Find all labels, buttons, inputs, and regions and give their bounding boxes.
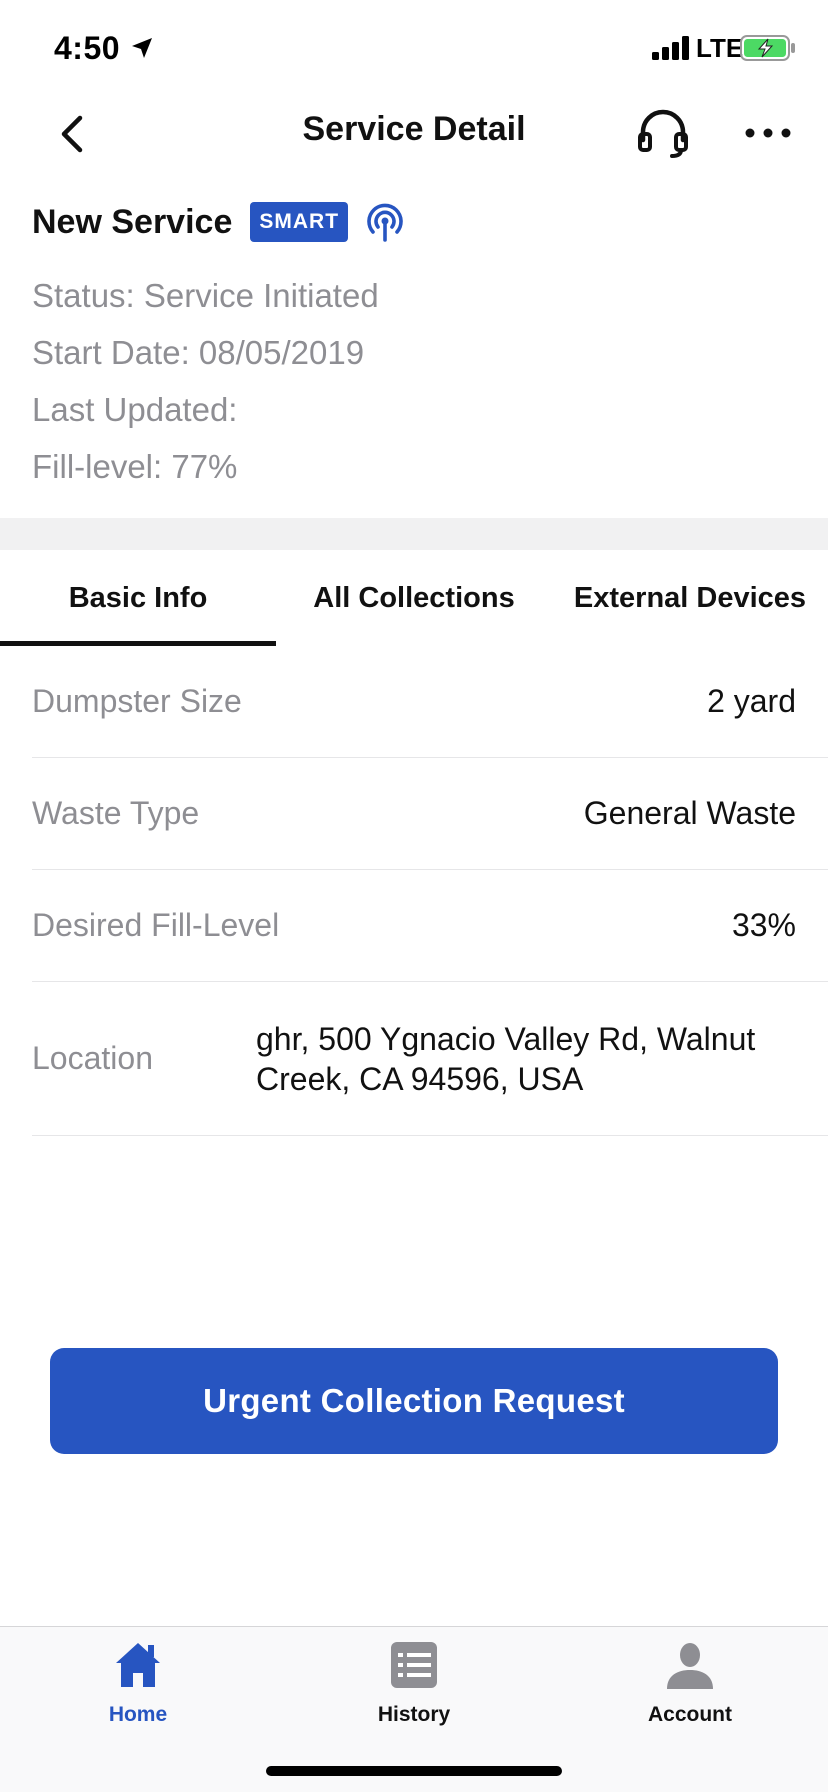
broadcast-signal-icon	[367, 203, 403, 242]
home-icon	[116, 1643, 160, 1687]
location-label: Location	[32, 1040, 153, 1076]
location-row: Location ghr, 500 Ygnacio Valley Rd, Wal…	[32, 982, 828, 1136]
status-text: Status: Service Initiated	[32, 277, 379, 314]
tab-all-collections[interactable]: All Collections	[276, 550, 552, 646]
smart-badge: SMART	[250, 202, 349, 242]
dumpster-size-row: Dumpster Size 2 yard	[32, 646, 828, 758]
desired-fill-level-value: 33%	[731, 907, 796, 943]
list-icon	[391, 1642, 437, 1688]
person-icon	[667, 1643, 713, 1689]
start-date-text: Start Date: 08/05/2019	[32, 334, 365, 371]
dumpster-size-label: Dumpster Size	[32, 683, 242, 719]
back-chevron-icon[interactable]	[52, 112, 92, 156]
desired-fill-level-row: Desired Fill-Level 33%	[32, 870, 828, 982]
fill-level-text: Fill-level: 77%	[32, 448, 238, 485]
home-indicator	[266, 1766, 562, 1776]
network-type: LTE	[696, 33, 744, 63]
dumpster-size-value: 2 yard	[707, 683, 796, 719]
tabbar-item-home[interactable]: Home	[0, 1639, 276, 1727]
page-title: Service Detail	[302, 110, 526, 148]
service-header: New Service SMART	[32, 198, 406, 246]
tabbar-item-history[interactable]: History	[276, 1639, 552, 1727]
status-time: 4:50	[54, 30, 121, 66]
status-bar: 4:50 LTE	[0, 0, 828, 92]
service-name: New Service	[32, 202, 233, 241]
battery-charging-icon	[740, 35, 795, 61]
waste-type-value: General Waste	[583, 795, 796, 831]
basic-info-list: Dumpster Size 2 yard Waste Type General …	[32, 646, 828, 1136]
cellular-signal-icon	[652, 36, 689, 60]
navigation-bar: Service Detail	[0, 92, 828, 172]
tab-basic-info[interactable]: Basic Info	[0, 550, 276, 646]
waste-type-row: Waste Type General Waste	[32, 758, 828, 870]
desired-fill-level-label: Desired Fill-Level	[32, 907, 280, 943]
location-value: ghr, 500 Ygnacio Valley Rd, Walnut Creek…	[256, 1020, 756, 1097]
segment-tabs: Basic Info All Collections External Devi…	[0, 550, 828, 646]
waste-type-label: Waste Type	[32, 795, 200, 831]
tabbar-label-history: History	[377, 1703, 451, 1726]
location-arrow-icon	[132, 38, 152, 58]
tabbar-item-account[interactable]: Account	[552, 1639, 828, 1727]
more-horizontal-icon[interactable]	[742, 118, 794, 148]
tabbar-label-account: Account	[648, 1703, 732, 1726]
section-divider	[0, 518, 828, 550]
urgent-collection-request-button[interactable]: Urgent Collection Request	[50, 1348, 778, 1454]
service-summary: Status: Service Initiated Start Date: 08…	[32, 272, 379, 500]
headset-icon[interactable]	[636, 106, 690, 160]
tab-external-devices[interactable]: External Devices	[552, 550, 828, 646]
last-updated-text: Last Updated:	[32, 391, 238, 428]
tabbar-label-home: Home	[108, 1703, 168, 1726]
